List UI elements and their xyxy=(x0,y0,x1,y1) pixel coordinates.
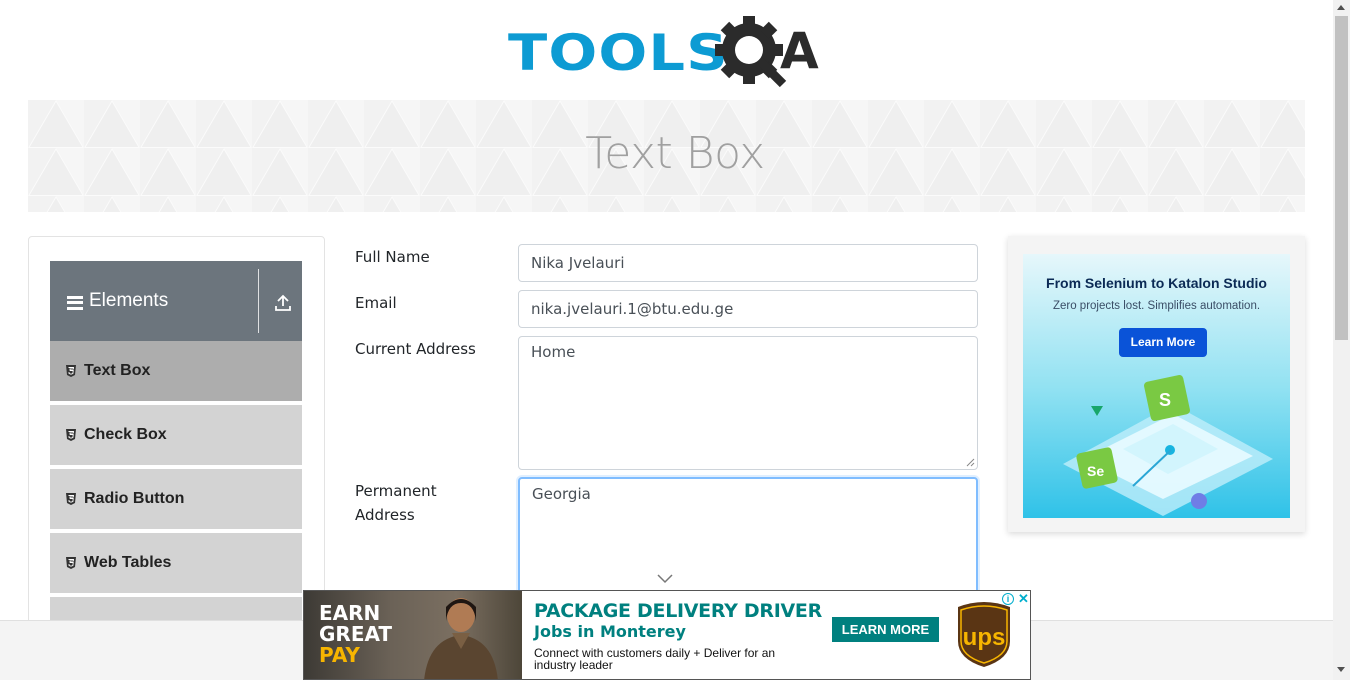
ad-learn-more-button[interactable]: LEARN MORE xyxy=(832,617,939,642)
permanent-address-label-line2: Address xyxy=(355,506,415,524)
hamburger-icon xyxy=(67,295,83,310)
current-address-label: Current Address xyxy=(355,340,476,358)
ups-ad[interactable]: EARN GREAT PAY PACKAGE DELIVERY DRIVER J… xyxy=(303,590,1031,680)
ad-earn-text: EARN GREAT PAY xyxy=(319,603,392,666)
chevron-down-icon[interactable] xyxy=(657,574,673,584)
page-title: Text Box xyxy=(585,128,765,179)
katalon-illustration: S Se xyxy=(1063,375,1273,516)
collapse-upload-icon[interactable] xyxy=(275,294,291,312)
full-name-label: Full Name xyxy=(355,248,430,266)
elements-group-title: Elements xyxy=(89,290,169,311)
ad-body: Connect with customers daily + Deliver f… xyxy=(534,646,776,672)
current-address-textarea[interactable]: Home xyxy=(518,336,978,470)
ad-person-image xyxy=(424,598,498,679)
email-input[interactable] xyxy=(518,290,978,328)
ups-brand-text: ups xyxy=(963,624,1006,651)
scroll-down-arrow-icon[interactable] xyxy=(1337,667,1345,672)
permanent-address-label-line1: Permanent xyxy=(355,482,437,500)
page-scrollbar[interactable] xyxy=(1333,0,1350,680)
ad-info-icon[interactable]: i xyxy=(1002,593,1014,605)
toolsqa-logo[interactable]: TOOLS A xyxy=(508,16,830,90)
sidebar-item-label: Check Box xyxy=(84,426,167,443)
katalon-ad[interactable]: From Selenium to Katalon Studio Zero pro… xyxy=(1008,236,1305,532)
resize-grip-icon[interactable] xyxy=(966,458,975,467)
current-address-value: Home xyxy=(531,343,576,361)
html5-icon xyxy=(66,429,76,441)
ad-earn-line2: GREAT xyxy=(319,622,393,646)
sidebar-item-label: Text Box xyxy=(84,362,151,379)
header-divider xyxy=(258,269,259,333)
ad-photo: EARN GREAT PAY xyxy=(304,591,522,679)
html5-icon xyxy=(66,557,76,569)
svg-text:S: S xyxy=(1159,390,1171,410)
email-label: Email xyxy=(355,294,397,312)
svg-text:Se: Se xyxy=(1087,463,1104,479)
sidebar-item-label: Web Tables xyxy=(84,554,172,571)
sidebar-item-radio-button[interactable]: Radio Button xyxy=(50,469,302,531)
sidebar-item-check-box[interactable]: Check Box xyxy=(50,405,302,467)
ad-earn-line1: EARN xyxy=(319,601,381,625)
elements-group-header[interactable]: Elements xyxy=(50,261,302,341)
logo-text-a: A xyxy=(780,22,819,80)
permanent-address-label: Permanent Address xyxy=(355,479,437,527)
page: TOOLS A Text Box Elements Text Box Check… xyxy=(0,0,1350,680)
katalon-ad-creative: From Selenium to Katalon Studio Zero pro… xyxy=(1023,254,1290,518)
sidebar: Elements Text Box Check Box Radio Button… xyxy=(28,236,325,680)
ad-earn-line3: PAY xyxy=(319,643,360,667)
ad-subhead: Jobs in Monterey xyxy=(534,622,686,641)
sidebar-item-web-tables[interactable]: Web Tables xyxy=(50,533,302,595)
permanent-address-value: Georgia xyxy=(532,485,591,503)
ups-logo: ups xyxy=(958,602,1010,667)
scroll-up-arrow-icon[interactable] xyxy=(1337,5,1345,10)
logo-text-tools: TOOLS xyxy=(508,24,729,82)
sidebar-item-label: Radio Button xyxy=(84,490,185,507)
ad-headline: PACKAGE DELIVERY DRIVER xyxy=(534,600,822,622)
ad-close-icon[interactable]: ✕ xyxy=(1018,591,1029,607)
sidebar-item-text-box[interactable]: Text Box xyxy=(50,341,302,403)
full-name-input[interactable] xyxy=(518,244,978,282)
html5-icon xyxy=(66,493,76,505)
scrollbar-thumb[interactable] xyxy=(1335,16,1348,340)
html5-icon xyxy=(66,365,76,377)
